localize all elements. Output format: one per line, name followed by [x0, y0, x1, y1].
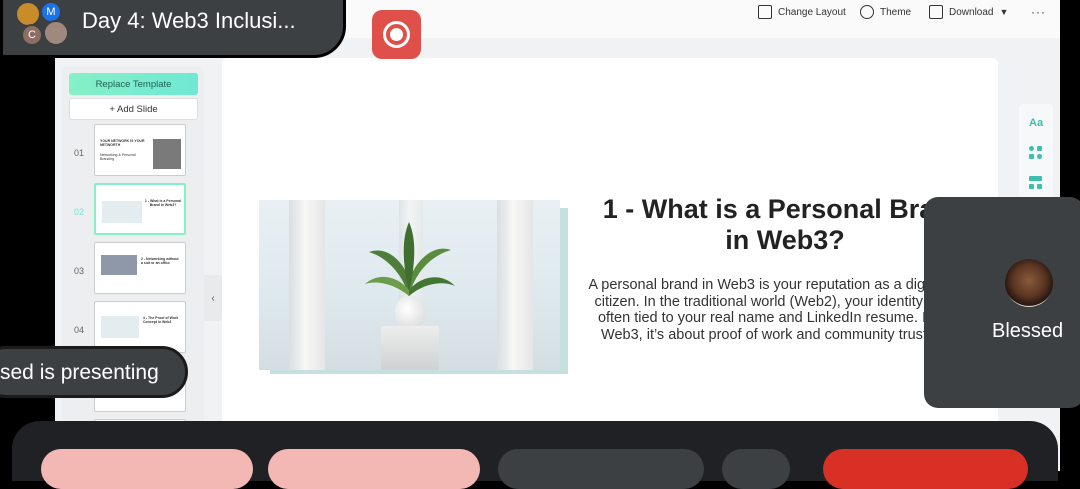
thumbnail-heading: YOUR NETWORK IS YOUR NETWORTH — [100, 139, 145, 147]
elements-icon[interactable] — [1029, 146, 1043, 160]
end-call-button[interactable] — [823, 449, 1028, 489]
present-button[interactable] — [498, 449, 704, 489]
record-dot — [390, 28, 403, 41]
thumbnail-heading: 1 - What is a Personal Brand in Web3? — [144, 199, 182, 207]
slide-image[interactable] — [259, 200, 560, 370]
slide-title[interactable]: 1 - What is a Personal Brand in Web3? — [590, 194, 980, 256]
participant-tile[interactable] — [924, 197, 1080, 408]
pot-shape — [395, 296, 425, 328]
slide-number: 01 — [74, 148, 85, 158]
mic-button[interactable] — [41, 449, 253, 489]
participant-avatar — [1005, 259, 1053, 307]
chevron-down-icon: ▼ — [999, 7, 1009, 17]
thumbnail-heading: 2 - Networking without a suit or an offi… — [141, 257, 179, 265]
theme-button[interactable]: Theme — [860, 5, 911, 19]
thumbnail-image — [101, 255, 137, 275]
chevron-left-icon: ‹ — [211, 292, 215, 304]
download-button[interactable]: Download ▼ — [929, 5, 1008, 19]
palette-icon — [860, 5, 874, 19]
slide-body-text[interactable]: A personal brand in Web3 is your reputat… — [586, 277, 946, 343]
replace-template-button[interactable]: Replace Template — [69, 73, 198, 95]
thumbnail-heading: 3 - The Proof of Work Concept in Web3 — [143, 316, 179, 324]
slide-thumbnail[interactable]: YOUR NETWORK IS YOUR NETWORTH Networking… — [94, 124, 186, 176]
slide-thumbnail[interactable]: 2 - Networking without a suit or an offi… — [94, 242, 186, 294]
slide-thumbnail-row[interactable]: 03 2 - Networking without a suit or an o… — [62, 242, 204, 298]
add-slide-button[interactable]: + Add Slide — [69, 98, 198, 120]
meeting-title: Day 4: Web3 Inclusi... — [82, 8, 296, 33]
layout-icon — [758, 5, 772, 19]
pedestal-shape — [381, 326, 439, 370]
slide-panel: Replace Template + Add Slide 01 YOUR NET… — [62, 67, 204, 471]
right-tool-rail: Aa — [1019, 104, 1053, 200]
thumbnail-image — [153, 139, 181, 169]
camera-button[interactable] — [268, 449, 480, 489]
layout-icon[interactable] — [1029, 176, 1043, 190]
more-button[interactable] — [722, 449, 790, 489]
thumbnail-image — [102, 201, 142, 223]
download-icon — [929, 5, 943, 19]
participant-avatar: C — [21, 24, 43, 46]
pillar-shape — [497, 200, 533, 370]
change-layout-button[interactable]: Change Layout — [758, 5, 846, 19]
more-options-button[interactable]: ··· — [1031, 5, 1046, 19]
slide-number: 04 — [74, 325, 85, 335]
thumbnail-image — [101, 316, 139, 338]
text-tool-icon[interactable]: Aa — [1029, 116, 1043, 130]
participant-avatar — [43, 20, 69, 46]
thumbnail-subheading: Networking & Personal Branding — [100, 153, 136, 161]
participant-avatar — [15, 1, 41, 27]
presenting-text: sed is presenting — [0, 361, 159, 384]
slide-thumbnail-row[interactable]: 02 1 - What is a Personal Brand in Web3? — [62, 183, 204, 239]
slide-thumbnail-active[interactable]: 1 - What is a Personal Brand in Web3? — [94, 183, 186, 235]
participant-name: Blessed — [992, 320, 1064, 342]
slide-thumbnail-row[interactable]: 01 YOUR NETWORK IS YOUR NETWORTH Network… — [62, 124, 204, 180]
slide-number: 02 — [74, 207, 85, 217]
collapse-panel-button[interactable]: ‹ — [204, 275, 222, 321]
plant-icon — [365, 222, 455, 298]
slide-number: 03 — [74, 266, 85, 276]
pillar-shape — [289, 200, 325, 370]
